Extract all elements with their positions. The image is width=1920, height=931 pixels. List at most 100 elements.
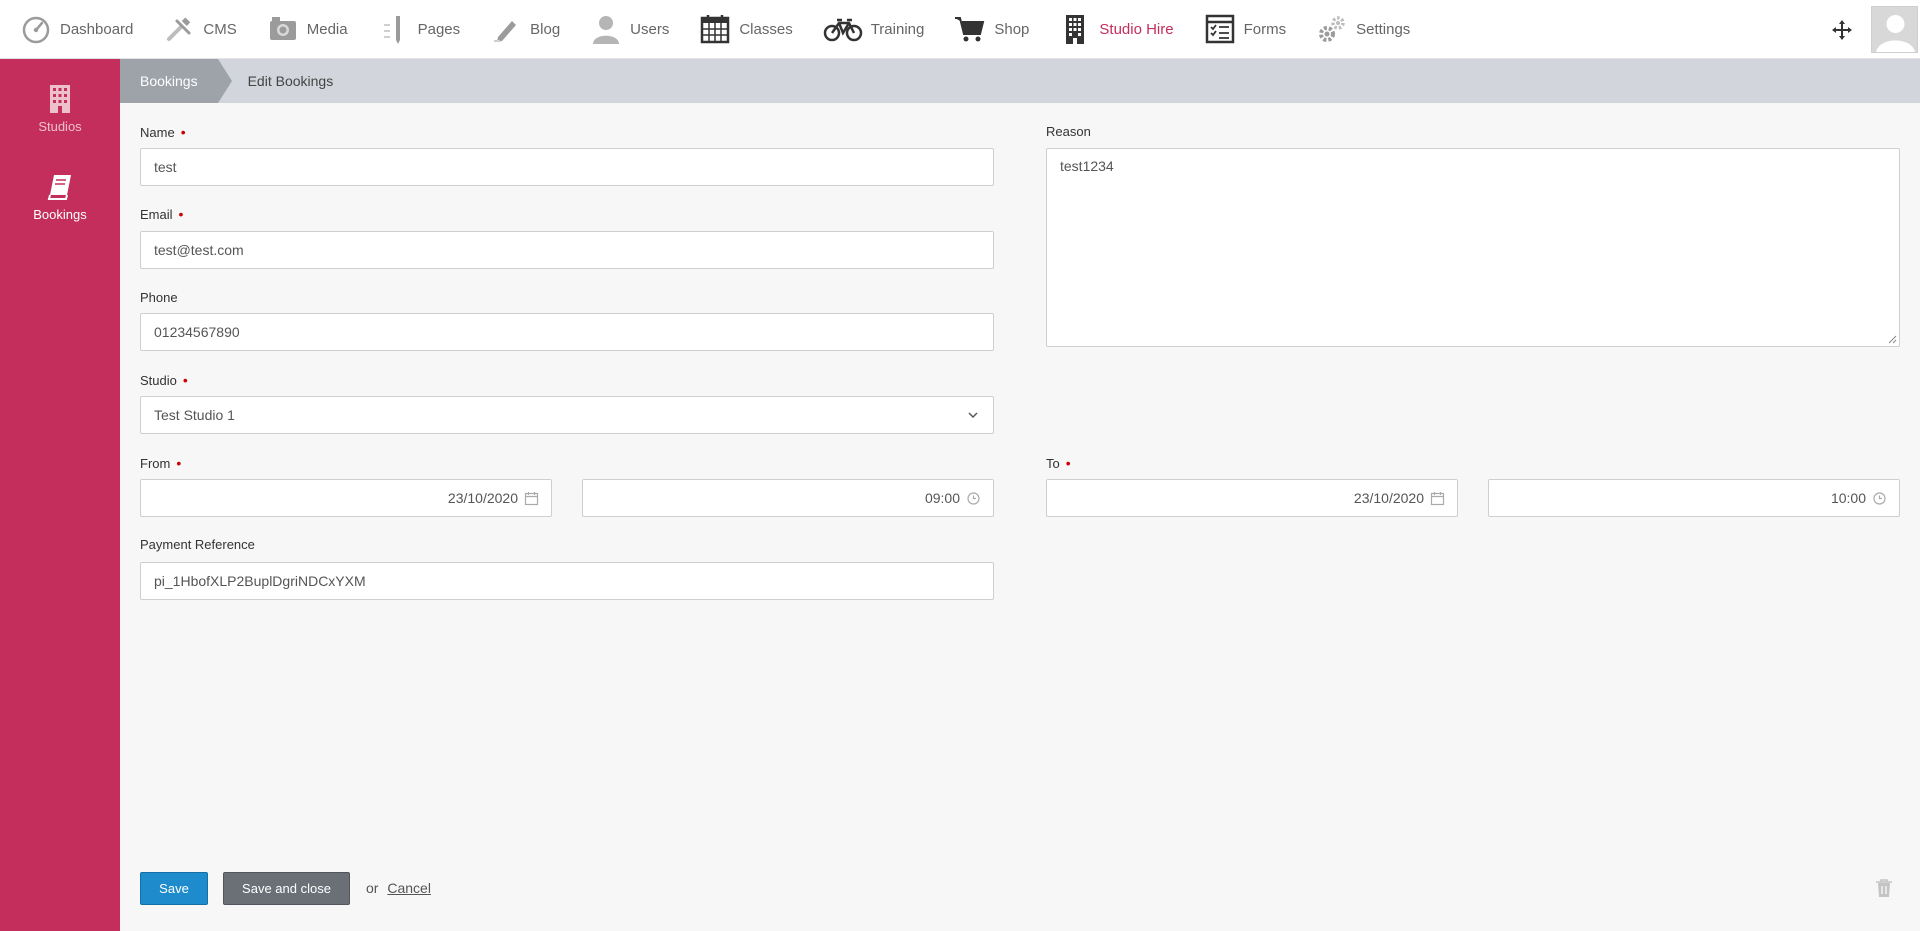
calendar-icon [701, 15, 730, 44]
sidebar-item-label: Studios [38, 119, 82, 134]
nav-item-classes[interactable]: Classes [699, 0, 793, 59]
name-label-text: Name [140, 125, 175, 140]
top-navigation: Dashboard CMS Media Pages Blog Users Cla… [0, 0, 1920, 59]
calendar-icon [1430, 491, 1445, 505]
or-cancel: or Cancel [366, 880, 431, 896]
to-time-value: 10:00 [1830, 490, 1866, 506]
from-date-input[interactable]: 23/10/2020 [140, 479, 552, 517]
nav-label: Users [630, 20, 670, 38]
tools-icon [167, 17, 191, 41]
cancel-link[interactable]: Cancel [387, 880, 431, 896]
studio-label: Studio • [140, 372, 188, 388]
or-text: or [366, 880, 379, 896]
reason-label-text: Reason [1046, 124, 1091, 139]
chevron-down-icon [968, 412, 978, 419]
nav-item-training[interactable]: Training [823, 0, 925, 59]
to-time-input[interactable]: 10:00 [1488, 479, 1900, 517]
nav-label: Training [870, 20, 925, 38]
nav-item-cms[interactable]: CMS [163, 0, 237, 59]
required-marker: • [178, 206, 184, 222]
nav-label: Shop [994, 20, 1030, 38]
save-and-close-button[interactable]: Save and close [223, 872, 350, 905]
email-input[interactable]: test@test.com [140, 231, 994, 269]
sidebar-item-studios[interactable]: Studios [0, 59, 120, 147]
pencil-icon [494, 21, 517, 42]
move-icon[interactable] [1831, 19, 1853, 41]
reason-textarea-value: test1234 [1060, 158, 1114, 174]
from-date-value: 23/10/2020 [447, 490, 518, 506]
nav-item-forms[interactable]: Forms [1204, 0, 1287, 59]
nav-label: Studio Hire [1099, 20, 1174, 38]
building-icon [50, 85, 70, 113]
payment-reference-input[interactable]: pi_1HbofXLP2BuplDgriNDCxYXM [140, 562, 994, 600]
payment-reference-label-text: Payment Reference [140, 537, 255, 552]
to-label: To • [1046, 455, 1071, 471]
name-input-value: test [154, 159, 177, 175]
nav-right [1831, 0, 1920, 59]
reason-label: Reason [1046, 124, 1091, 139]
building-icon [1066, 15, 1085, 44]
clock-icon [967, 491, 980, 505]
resize-grip-icon[interactable] [1887, 334, 1897, 344]
bicycle-icon [823, 18, 862, 42]
breadcrumb-bookings[interactable]: Bookings [120, 59, 232, 103]
required-marker: • [182, 372, 188, 388]
nav-item-settings[interactable]: Settings [1316, 0, 1410, 59]
required-marker: • [176, 455, 182, 471]
nav-label: Dashboard [60, 20, 134, 38]
phone-input-value: 01234567890 [154, 324, 240, 340]
reason-textarea[interactable]: test1234 [1046, 148, 1900, 347]
save-button[interactable]: Save [140, 872, 208, 905]
phone-label: Phone [140, 290, 178, 305]
to-label-text: To [1046, 456, 1060, 471]
nav-item-blog[interactable]: Blog [490, 0, 560, 59]
studio-select-value: Test Studio 1 [154, 407, 235, 423]
name-label: Name • [140, 124, 186, 140]
nav-label: Blog [530, 20, 561, 38]
book-icon [47, 175, 71, 200]
sidebar: Studios Bookings [0, 59, 120, 931]
required-marker: • [1065, 455, 1071, 471]
avatar[interactable] [1871, 6, 1918, 53]
nav-label: Media [306, 20, 348, 38]
from-label: From • [140, 455, 181, 471]
sidebar-item-label: Bookings [33, 207, 87, 222]
required-marker: • [180, 124, 186, 140]
nav-item-shop[interactable]: Shop [954, 0, 1029, 59]
to-date-input[interactable]: 23/10/2020 [1046, 479, 1458, 517]
name-input[interactable]: test [140, 148, 994, 186]
breadcrumb: Bookings Edit Bookings [120, 59, 1920, 103]
from-label-text: From [140, 456, 171, 471]
nav-label: Settings [1356, 20, 1411, 38]
user-icon [593, 16, 620, 44]
from-time-input[interactable]: 09:00 [582, 479, 994, 517]
nav-label: Forms [1243, 20, 1287, 38]
email-label-text: Email [140, 207, 173, 222]
email-label: Email • [140, 206, 183, 222]
nav-item-pages[interactable]: Pages [378, 0, 461, 59]
payment-reference-value: pi_1HbofXLP2BuplDgriNDCxYXM [154, 573, 366, 589]
cart-icon [955, 17, 985, 42]
nav-item-media[interactable]: Media [267, 0, 348, 59]
to-date-value: 23/10/2020 [1353, 490, 1424, 506]
calendar-icon [524, 491, 539, 505]
camera-icon [269, 17, 296, 40]
nav-item-dashboard[interactable]: Dashboard [20, 0, 133, 59]
clock-icon [1873, 491, 1886, 505]
payment-reference-label: Payment Reference [140, 537, 255, 552]
nav-item-users[interactable]: Users [590, 0, 669, 59]
form-icon [1205, 14, 1234, 44]
phone-input[interactable]: 01234567890 [140, 313, 994, 351]
nav-items: Dashboard CMS Media Pages Blog Users Cla… [0, 0, 1440, 59]
phone-label-text: Phone [140, 290, 178, 305]
from-time-value: 09:00 [924, 490, 960, 506]
breadcrumb-edit-bookings: Edit Bookings [247, 73, 334, 89]
studio-select[interactable]: Test Studio 1 [140, 396, 994, 434]
nav-item-studio-hire[interactable]: Studio Hire [1059, 0, 1174, 59]
nav-label: Pages [417, 20, 461, 38]
trash-icon[interactable] [1875, 878, 1893, 898]
pen-icon [383, 16, 400, 44]
email-input-value: test@test.com [154, 242, 244, 258]
gears-icon [1319, 16, 1345, 42]
sidebar-item-bookings[interactable]: Bookings [0, 147, 120, 235]
